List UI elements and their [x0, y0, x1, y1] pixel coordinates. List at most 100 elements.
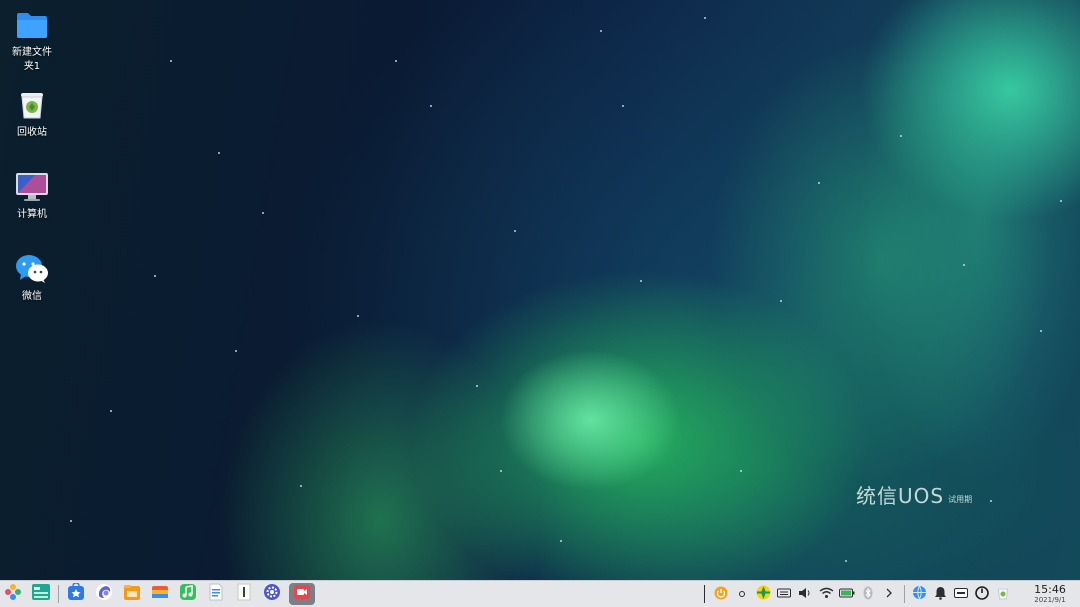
- taskbar-app-app-store[interactable]: [65, 582, 87, 605]
- desktop-icon-computer[interactable]: 计算机: [4, 170, 60, 222]
- tray-wifi[interactable]: [817, 583, 835, 605]
- star: [500, 470, 502, 472]
- taskbar-app-browser[interactable]: [93, 583, 115, 605]
- clock-time: 15:46: [1034, 582, 1066, 596]
- shutdown-icon: [975, 585, 989, 603]
- desktop-icon-label: 计算机: [17, 209, 47, 220]
- star: [818, 182, 820, 184]
- star: [740, 470, 742, 472]
- battery-icon: [839, 588, 855, 601]
- file-manager-icon: [123, 583, 141, 605]
- vpn-icon: [756, 585, 771, 603]
- tray-expand[interactable]: [880, 583, 898, 605]
- taskbar-app-photos[interactable]: [149, 583, 171, 605]
- desktop-icon-wechat[interactable]: 微信: [4, 252, 60, 304]
- expand-arrow-icon: [885, 588, 893, 601]
- star: [154, 275, 156, 277]
- taskbar-app-document-viewer[interactable]: [205, 583, 227, 605]
- tray-keyboard[interactable]: [775, 583, 793, 605]
- app-store-icon: [67, 582, 85, 605]
- notification-bell-icon: [934, 586, 947, 603]
- taskbar-app-launcher[interactable]: [2, 583, 24, 605]
- tray-network[interactable]: [910, 583, 928, 605]
- multitask-view-icon: [31, 583, 51, 605]
- computer-icon: [15, 170, 49, 204]
- brand-name: 统信UOS: [856, 484, 945, 508]
- tray-dot[interactable]: [733, 583, 751, 605]
- tray-battery[interactable]: [838, 583, 856, 605]
- star: [600, 30, 602, 32]
- star: [990, 500, 992, 502]
- tray-notifications[interactable]: [931, 583, 949, 605]
- star: [218, 152, 220, 154]
- star: [395, 60, 397, 62]
- screen-recorder-icon: [293, 583, 311, 605]
- star: [357, 315, 359, 317]
- tray-trash[interactable]: [994, 583, 1012, 605]
- taskbar-clock[interactable]: 15:46 2021/9/1: [1020, 582, 1080, 605]
- desktop-icon-trash[interactable]: 回收站: [4, 88, 60, 140]
- tray-shutdown[interactable]: [973, 583, 991, 605]
- photos-icon: [151, 583, 169, 605]
- tray-input-method[interactable]: [952, 583, 970, 605]
- star: [170, 60, 172, 62]
- bluetooth-icon: [863, 586, 873, 603]
- taskbar-app-control-center[interactable]: [261, 583, 283, 605]
- music-icon: [179, 583, 197, 605]
- tray-power-app[interactable]: [712, 583, 730, 605]
- text-editor-icon: [235, 583, 253, 605]
- star: [640, 280, 642, 282]
- star: [262, 212, 264, 214]
- document-viewer-icon: [207, 583, 225, 605]
- trash-tray-icon: [997, 586, 1009, 603]
- star: [514, 230, 516, 232]
- taskbar-separator: [58, 585, 59, 603]
- desktop-icon-label: 微信: [22, 291, 42, 302]
- star: [476, 385, 478, 387]
- star: [110, 410, 112, 412]
- star: [235, 350, 237, 352]
- star: [622, 105, 624, 107]
- taskbar-app-screen-recorder[interactable]: [289, 583, 315, 605]
- folder-icon: [15, 8, 49, 42]
- system-tray: 15:46 2021/9/1: [704, 581, 1080, 607]
- tray-bluetooth[interactable]: [859, 583, 877, 605]
- input-method-icon: [954, 587, 968, 601]
- star: [845, 560, 847, 562]
- clock-date: 2021/9/1: [1034, 595, 1066, 604]
- brand-trial-tag: 试用期: [948, 495, 973, 504]
- desktop-icon-new-folder[interactable]: 新建文件夹1: [4, 8, 60, 74]
- tray-separator: [704, 585, 705, 603]
- wifi-icon: [819, 587, 834, 602]
- taskbar: 15:46 2021/9/1: [0, 580, 1080, 607]
- keyboard-icon: [777, 588, 791, 601]
- browser-icon: [95, 583, 113, 605]
- desktop-wallpaper: 新建文件夹1 回收站 计算机 微信 统信UOS 试用期: [0, 0, 1080, 580]
- star: [300, 485, 302, 487]
- taskbar-app-music[interactable]: [177, 583, 199, 605]
- trash-icon: [15, 88, 49, 122]
- wechat-icon: [15, 252, 49, 286]
- star: [780, 300, 782, 302]
- control-center-icon: [263, 583, 281, 605]
- star: [704, 17, 706, 19]
- tray-separator: [904, 585, 905, 603]
- dot-icon: [738, 588, 746, 601]
- taskbar-app-file-manager[interactable]: [121, 583, 143, 605]
- desktop-icon-label: 新建文件夹1: [12, 47, 52, 72]
- power-app-icon: [714, 586, 728, 603]
- volume-icon: [798, 587, 812, 602]
- star: [963, 264, 965, 266]
- star: [70, 520, 72, 522]
- taskbar-app-multitask-view[interactable]: [30, 583, 52, 605]
- launcher-icon: [4, 583, 22, 605]
- network-globe-icon: [912, 585, 927, 603]
- os-brand-watermark: 统信UOS 试用期: [856, 480, 972, 509]
- desktop-icon-label: 回收站: [17, 127, 47, 138]
- tray-vpn[interactable]: [754, 583, 772, 605]
- star: [900, 135, 902, 137]
- tray-volume[interactable]: [796, 583, 814, 605]
- star: [1060, 200, 1062, 202]
- star: [560, 540, 562, 542]
- taskbar-app-text-editor[interactable]: [233, 583, 255, 605]
